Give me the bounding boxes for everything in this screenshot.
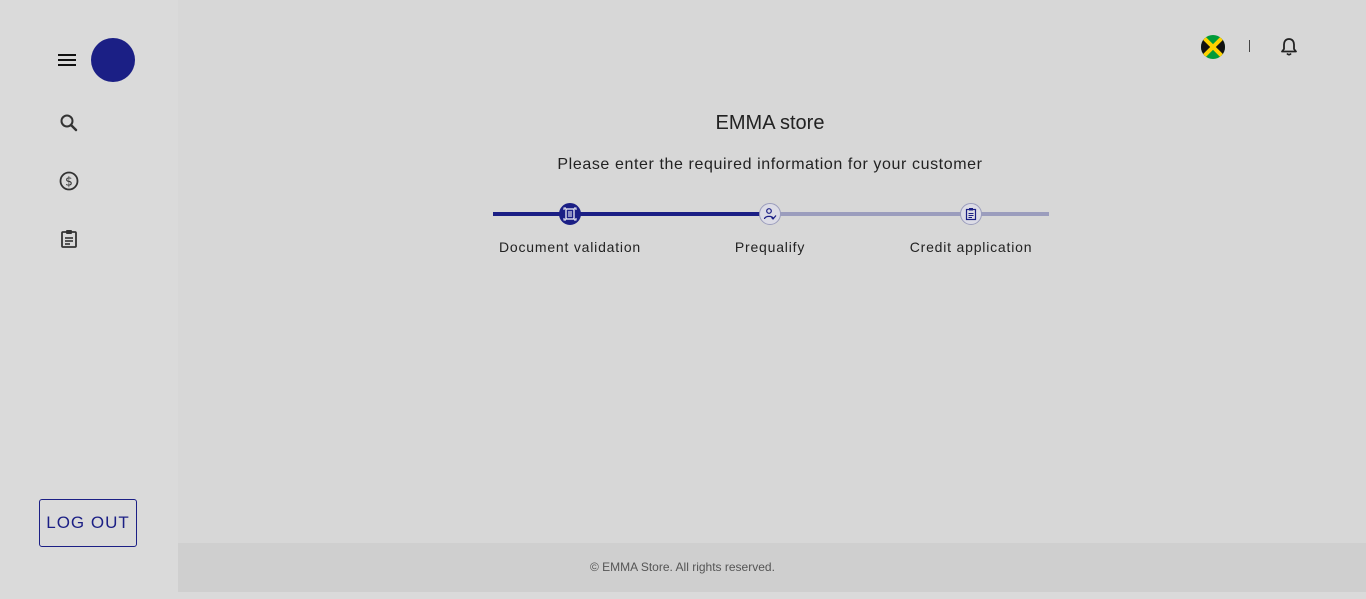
document-scan-icon xyxy=(563,207,577,221)
clipboard-icon[interactable] xyxy=(58,228,80,250)
avatar[interactable] xyxy=(91,38,135,82)
hamburger-menu-icon[interactable] xyxy=(57,52,77,68)
bell-icon[interactable] xyxy=(1278,36,1300,58)
jamaica-flag-icon[interactable] xyxy=(1201,35,1225,59)
main-content xyxy=(178,0,1366,543)
sidebar: $ LOG OUT xyxy=(0,0,178,599)
page-subtitle: Please enter the required information fo… xyxy=(557,156,983,173)
search-icon[interactable] xyxy=(58,112,80,134)
logout-button[interactable]: LOG OUT xyxy=(39,499,137,547)
stepper-progress-complete xyxy=(493,212,770,216)
step-credit-application[interactable] xyxy=(960,203,982,225)
step-prequalify[interactable] xyxy=(759,203,781,225)
bottom-strip xyxy=(0,592,1366,599)
stepper-progress-remaining xyxy=(770,212,1049,216)
clipboard-icon xyxy=(965,208,977,221)
step-label-prequalify: Prequalify xyxy=(734,239,806,255)
svg-text:$: $ xyxy=(65,175,73,189)
footer-copyright: © EMMA Store. All rights reserved. xyxy=(590,560,775,574)
page-title: EMMA store xyxy=(715,112,825,134)
dollar-circle-icon[interactable]: $ xyxy=(58,170,80,192)
step-label-credit-application: Credit application xyxy=(909,239,1033,255)
footer: © EMMA Store. All rights reserved. xyxy=(178,543,1366,592)
header-separator xyxy=(1249,40,1250,52)
user-check-icon xyxy=(763,208,777,220)
step-document-validation[interactable] xyxy=(559,203,581,225)
step-label-document-validation: Document validation xyxy=(498,239,642,255)
